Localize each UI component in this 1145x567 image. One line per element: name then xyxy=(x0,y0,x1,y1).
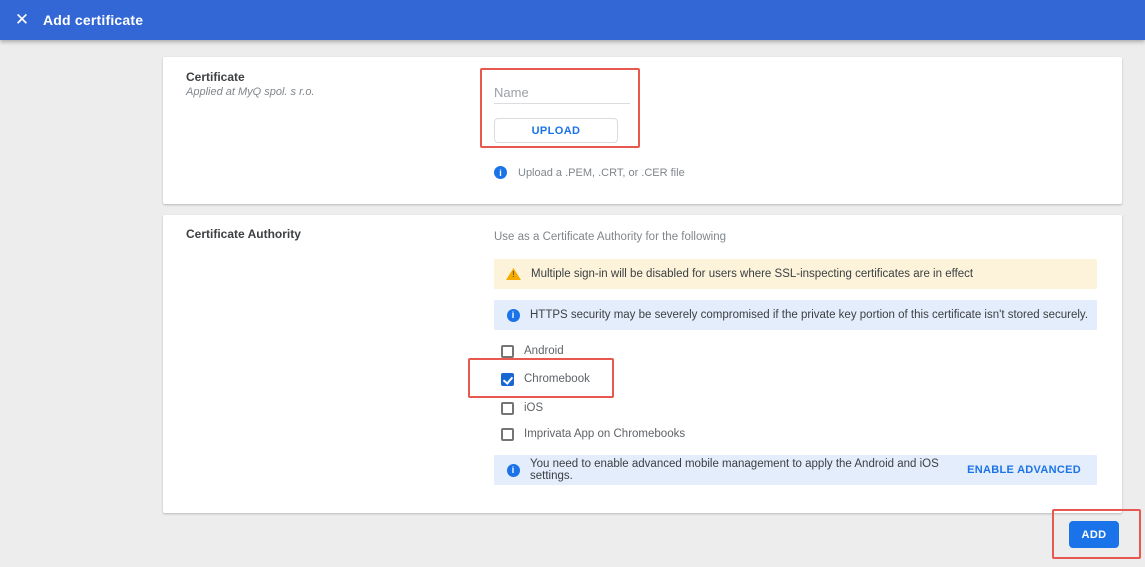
upload-button[interactable]: UPLOAD xyxy=(494,118,618,143)
close-icon[interactable]: ✕ xyxy=(10,8,34,32)
chromebook-checkbox[interactable] xyxy=(501,373,514,386)
ios-checkbox-label: iOS xyxy=(524,402,543,414)
dialog-title: Add certificate xyxy=(43,12,143,28)
add-button[interactable]: ADD xyxy=(1069,521,1119,548)
mobile-management-banner: i You need to enable advanced mobile man… xyxy=(494,455,1097,485)
certificate-applied-at-label: Applied at MyQ spol. s r.o. xyxy=(186,86,315,98)
imprivata-checkbox[interactable] xyxy=(501,428,514,441)
checkbox-row-android: Android xyxy=(501,343,564,359)
enable-advanced-link[interactable]: ENABLE ADVANCED xyxy=(967,464,1081,476)
ssl-warning-banner: ! Multiple sign-in will be disabled for … xyxy=(494,259,1097,289)
upload-hint-text: Upload a .PEM, .CRT, or .CER file xyxy=(518,167,685,179)
warning-icon: ! xyxy=(506,268,521,280)
imprivata-checkbox-label: Imprivata App on Chromebooks xyxy=(524,428,685,440)
info-icon: i xyxy=(506,309,520,322)
android-checkbox-label: Android xyxy=(524,345,564,357)
ios-checkbox[interactable] xyxy=(501,402,514,415)
dialog-header: ✕ Add certificate xyxy=(0,0,1145,40)
info-icon: i xyxy=(506,464,520,477)
https-info-text: HTTPS security may be severely compromis… xyxy=(530,309,1088,321)
checkbox-row-imprivata: Imprivata App on Chromebooks xyxy=(501,426,685,442)
upload-hint-row: i Upload a .PEM, .CRT, or .CER file xyxy=(494,166,685,179)
checkbox-row-ios: iOS xyxy=(501,400,543,416)
certificate-name-input[interactable] xyxy=(494,82,630,104)
android-checkbox[interactable] xyxy=(501,345,514,358)
info-icon: i xyxy=(494,166,507,179)
certificate-authority-card: Certificate Authority Use as a Certifica… xyxy=(163,215,1122,513)
certificate-section-label: Certificate xyxy=(186,70,245,84)
certificate-card: Certificate Applied at MyQ spol. s r.o. … xyxy=(163,57,1122,204)
certificate-authority-description: Use as a Certificate Authority for the f… xyxy=(494,231,726,243)
certificate-authority-label: Certificate Authority xyxy=(186,227,301,241)
chromebook-checkbox-label: Chromebook xyxy=(524,373,590,385)
ssl-warning-text: Multiple sign-in will be disabled for us… xyxy=(531,268,973,280)
checkbox-row-chromebook: Chromebook xyxy=(501,371,590,387)
mobile-management-text: You need to enable advanced mobile manag… xyxy=(530,458,967,482)
https-info-banner: i HTTPS security may be severely comprom… xyxy=(494,300,1097,330)
